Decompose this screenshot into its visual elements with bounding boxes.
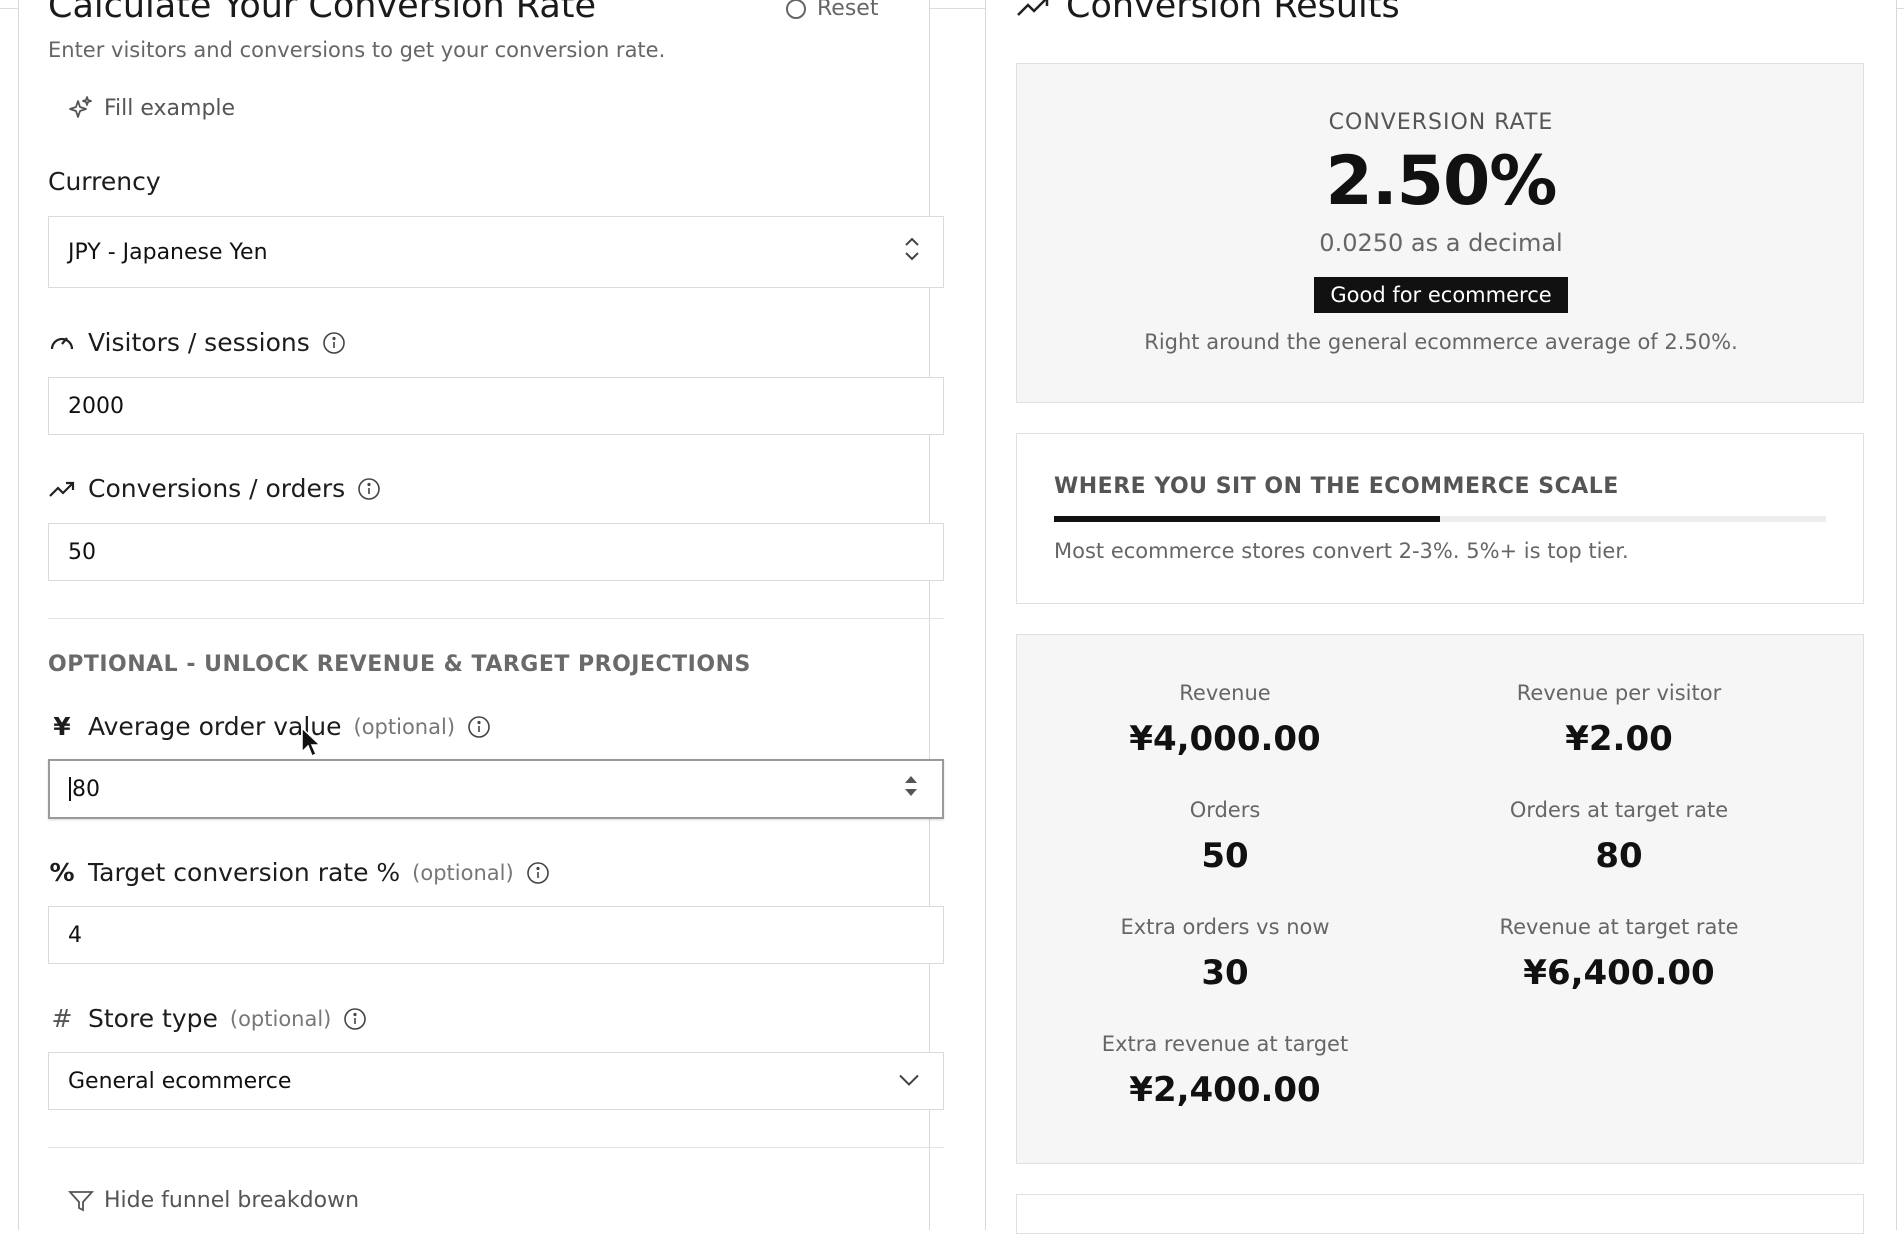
currency-label: Currency — [48, 167, 161, 196]
calculator-title: Calculate Your Conversion Rate — [48, 0, 597, 26]
hash-icon: # — [51, 1004, 73, 1033]
info-icon[interactable] — [357, 477, 381, 501]
conversions-input[interactable]: 50 — [48, 523, 944, 581]
metric-label: Revenue per visitor — [1516, 681, 1722, 705]
trending-up-icon — [48, 479, 76, 499]
metric-extra-revenue: Extra revenue at target ¥2,400.00 — [1065, 1032, 1385, 1110]
scale-card: WHERE YOU SIT ON THE ECOMMERCE SCALE Mos… — [1016, 433, 1864, 604]
metric-label: Revenue at target rate — [1499, 915, 1739, 939]
rate-decimal: 0.0250 as a decimal — [1319, 229, 1563, 257]
info-icon[interactable] — [343, 1007, 367, 1031]
reset-icon — [785, 0, 807, 20]
metric-label: Orders — [1189, 798, 1261, 822]
scale-heading: WHERE YOU SIT ON THE ECOMMERCE SCALE — [1054, 474, 1619, 499]
fill-example-label: Fill example — [104, 95, 236, 121]
info-icon[interactable] — [322, 331, 346, 355]
gauge-icon — [48, 329, 76, 357]
target-rate-label: % Target conversion rate % (optional) — [48, 858, 550, 887]
store-type-optional: (optional) — [229, 1006, 332, 1031]
metric-value: 30 — [1201, 953, 1249, 993]
currency-select[interactable]: JPY - Japanese Yen — [48, 216, 944, 288]
funnel-toggle-label: Hide funnel breakdown — [104, 1188, 360, 1213]
target-rate-label-text: Target conversion rate % — [88, 858, 401, 887]
funnel-toggle-button[interactable]: Hide funnel breakdown — [68, 1188, 359, 1213]
aov-optional: (optional) — [353, 714, 456, 739]
section-divider — [48, 1147, 944, 1148]
scale-note: Most ecommerce stores convert 2-3%. 5%+ … — [1054, 539, 1629, 563]
optional-heading: OPTIONAL - UNLOCK REVENUE & TARGET PROJE… — [48, 652, 751, 677]
conversions-label-text: Conversions / orders — [88, 474, 346, 503]
metric-extra-orders: Extra orders vs now 30 — [1065, 915, 1385, 993]
sparkles-icon — [68, 95, 94, 121]
metrics-card: Revenue ¥4,000.00 Revenue per visitor ¥2… — [1016, 634, 1864, 1164]
fill-example-button[interactable]: Fill example — [68, 95, 235, 121]
metric-value: ¥4,000.00 — [1129, 719, 1321, 759]
info-icon[interactable] — [467, 715, 491, 739]
store-type-select[interactable]: General ecommerce — [48, 1052, 944, 1110]
scale-fill — [1054, 516, 1440, 522]
aov-input[interactable]: 80 — [48, 759, 944, 819]
metric-label: Extra orders vs now — [1120, 915, 1330, 939]
mouse-cursor-icon — [300, 726, 324, 762]
metric-label: Extra revenue at target — [1101, 1032, 1349, 1056]
metric-orders: Orders 50 — [1065, 798, 1385, 876]
next-card — [1016, 1194, 1864, 1234]
metric-revenue-at-target: Revenue at target rate ¥6,400.00 — [1459, 915, 1779, 993]
metric-orders-at-target: Orders at target rate 80 — [1459, 798, 1779, 876]
visitors-input[interactable]: 2000 — [48, 377, 944, 435]
rate-label: CONVERSION RATE — [1328, 110, 1554, 135]
chevron-down-icon — [897, 1069, 921, 1094]
results-title: Conversion Results — [1016, 0, 1400, 26]
conversions-label: Conversions / orders — [48, 474, 381, 503]
conversion-rate-card: CONVERSION RATE 2.50% 0.0250 as a decima… — [1016, 63, 1864, 403]
reset-label: Reset — [817, 0, 879, 21]
metric-label: Revenue — [1179, 681, 1271, 705]
metric-value: 80 — [1595, 836, 1643, 876]
target-rate-input[interactable]: 4 — [48, 906, 944, 964]
aov-input-value: 80 — [72, 776, 100, 802]
info-icon[interactable] — [526, 861, 550, 885]
conversions-input-value: 50 — [68, 539, 96, 565]
store-type-label: # Store type (optional) — [48, 1004, 367, 1033]
metric-revenue: Revenue ¥4,000.00 — [1065, 681, 1385, 759]
store-type-select-value: General ecommerce — [68, 1068, 292, 1094]
results-title-text: Conversion Results — [1066, 0, 1400, 26]
status-badge: Good for ecommerce — [1314, 277, 1568, 313]
yen-icon: ¥ — [53, 712, 71, 741]
visitors-label: Visitors / sessions — [48, 328, 346, 357]
filter-icon — [68, 1189, 94, 1213]
metric-label: Orders at target rate — [1509, 798, 1729, 822]
scale-track — [1054, 516, 1826, 522]
rate-value: 2.50% — [1325, 142, 1558, 221]
metric-value: ¥2,400.00 — [1129, 1070, 1321, 1110]
target-rate-input-value: 4 — [68, 922, 82, 948]
reset-button[interactable]: Reset — [785, 0, 878, 21]
text-caret — [69, 777, 71, 801]
percent-icon: % — [49, 858, 75, 887]
target-rate-optional: (optional) — [412, 860, 514, 885]
trending-up-icon — [1016, 0, 1050, 18]
visitors-label-text: Visitors / sessions — [88, 328, 310, 357]
metric-revenue-per-visitor: Revenue per visitor ¥2.00 — [1459, 681, 1779, 759]
metric-value: 50 — [1201, 836, 1249, 876]
aov-label: ¥ Average order value (optional) — [48, 712, 491, 741]
currency-select-value: JPY - Japanese Yen — [68, 239, 268, 265]
metric-value: ¥2.00 — [1565, 719, 1673, 759]
calculator-subtitle: Enter visitors and conversions to get yo… — [48, 38, 666, 62]
visitors-input-value: 2000 — [68, 393, 124, 419]
store-type-label-text: Store type — [88, 1004, 218, 1033]
badge-wrap: Good for ecommerce — [1017, 277, 1865, 313]
chevron-up-down-icon — [903, 235, 921, 269]
rate-note: Right around the general ecommerce avera… — [1144, 330, 1738, 354]
metric-value: ¥6,400.00 — [1523, 953, 1715, 993]
currency-label-text: Currency — [48, 167, 161, 196]
section-divider — [48, 618, 944, 619]
number-stepper-icon[interactable] — [902, 772, 920, 806]
